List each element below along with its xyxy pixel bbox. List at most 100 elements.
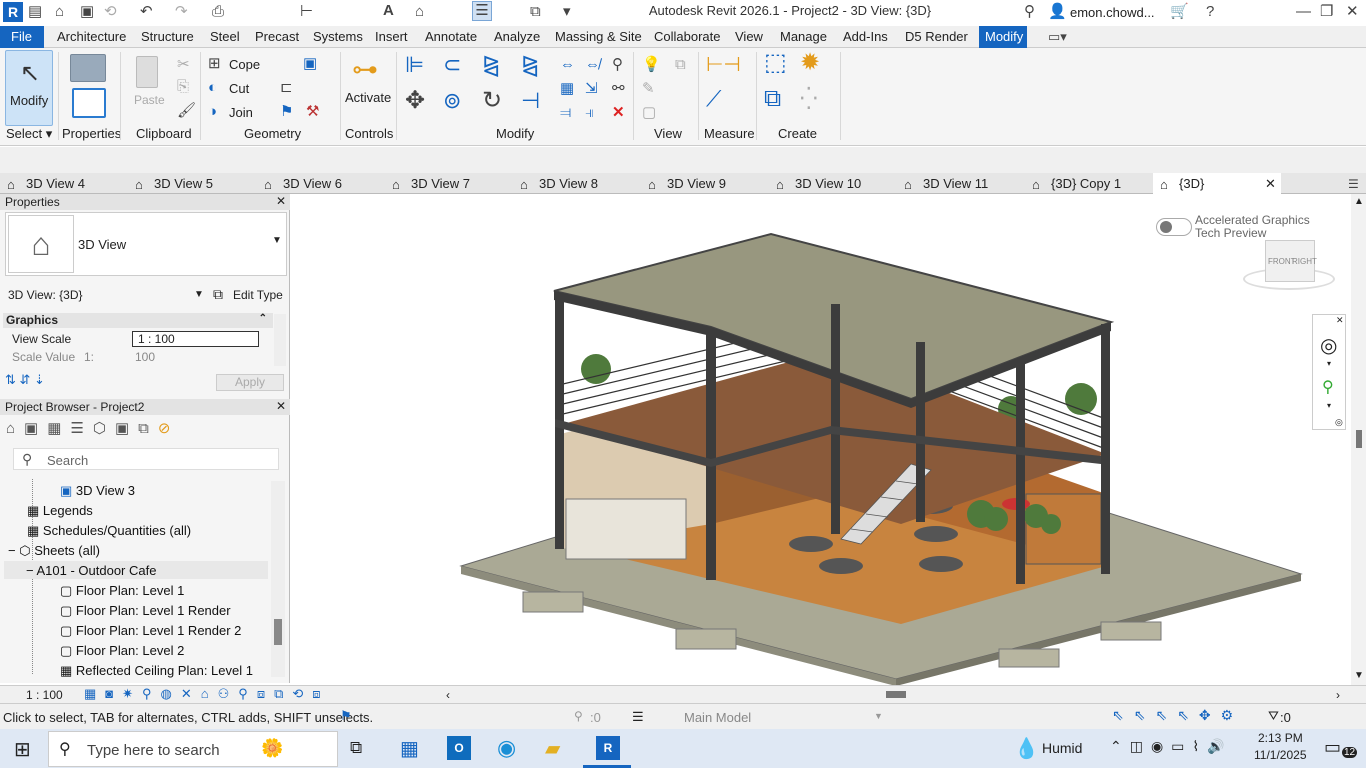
tree-item[interactable]: ▢ Floor Plan: Level 1 Render 2 [60,623,241,639]
view-scale[interactable]: 1 : 100 [26,688,63,702]
building-3d-model[interactable] [291,194,1351,685]
close-icon[interactable]: ✕ [1336,315,1344,326]
view-scale-input[interactable]: 1 : 100 [132,331,259,347]
viewcube[interactable]: FRONT RIGHT [1243,238,1335,294]
clock-date[interactable]: 11/1/2025 [1254,748,1307,762]
cut-icon[interactable]: ✂ [177,56,190,74]
scroll-thumb[interactable] [274,619,282,645]
close-icon[interactable]: ✕ [276,194,286,208]
properties-icon[interactable] [72,88,106,118]
windows-start-icon[interactable]: ⊞ [14,737,31,762]
tree-item[interactable]: ▦ Reflected Ceiling Plan: Level 1 [60,663,253,679]
settings-icon[interactable]: ◎ [1335,417,1343,428]
tab-3d-view-8[interactable]: ⌂ 3D View 8 [513,173,598,194]
wall-joins-icon[interactable]: ⊏ [280,79,293,97]
properties-scrollbar[interactable] [274,314,286,366]
weather-icon[interactable]: 💧 [1014,736,1039,761]
design-options-icon[interactable]: ☰ [632,709,644,725]
tab-3d-view-11[interactable]: ⌂ 3D View 11 [897,173,988,194]
selection-icons[interactable]: ⇖⇖⇖⇖✥⚙ [1112,707,1243,724]
cut-label[interactable]: Cut [229,81,249,96]
paint-icon[interactable]: ⚑ [280,103,293,121]
rotate-icon[interactable]: ↻ [482,89,502,113]
join-label[interactable]: Join [229,105,253,120]
text-icon[interactable]: A [383,2,394,20]
taskbar-search[interactable]: ⚲ Type here to search 🌼 [48,731,338,767]
create-assembly-icon[interactable]: ⬚ [764,51,787,75]
panel-toggle-icon[interactable]: ▭▾ [1048,28,1067,46]
search-input[interactable]: Search [47,453,88,468]
tree-item[interactable]: ▦ Schedules/Quantities (all) [27,523,191,539]
scroll-down-icon[interactable]: ▼ [1354,670,1364,681]
delete-icon[interactable]: ✕ [612,104,625,122]
link-icon[interactable]: ⊘ [158,420,180,437]
scroll-left-icon[interactable]: ‹ [446,688,450,702]
chevron-down-icon[interactable]: ▾ [1327,359,1331,368]
mirror-axis-icon[interactable]: ⧎ [482,54,500,76]
chevron-down-icon[interactable]: ▾ [1327,401,1331,410]
tree-item[interactable]: ▢ Floor Plan: Level 1 Render [60,603,231,619]
tab-systems[interactable]: Systems [313,29,363,44]
match-type-icon[interactable]: 🖌 [177,102,196,120]
revit-taskbar-icon[interactable]: R [596,736,620,760]
tab-manage[interactable]: Manage [780,29,827,44]
3d-viewport[interactable]: Accelerated Graphics Tech Preview FRONT … [291,194,1351,685]
cube-right-label[interactable]: RIGHT [1292,257,1317,266]
create-parts-icon[interactable]: ✹ [800,51,820,75]
tab-massing-site[interactable]: Massing & Site [555,29,642,44]
tab-menu-icon[interactable]: ☰ [1348,175,1359,193]
user-name[interactable]: emon.chowd... [1070,5,1155,20]
weather-label[interactable]: Humid [1042,740,1082,756]
tab-modify[interactable]: Modify [979,26,1027,48]
type-properties-icon[interactable] [70,54,106,82]
split-gap-icon[interactable]: ⇎ [585,56,600,74]
measure-icon[interactable]: ⊢⊣ [706,55,741,75]
create-group-icon[interactable]: ⧉ [764,87,781,111]
split-icon[interactable]: ⇔ [560,56,575,74]
paste-label[interactable]: Paste [134,93,165,107]
tray-icons[interactable]: ⌃◫◉▭⌇🔊 [1110,738,1233,755]
create-similar-icon[interactable]: ⁛ [800,88,818,110]
chevron-down-icon[interactable]: ▼ [874,711,883,721]
tab-steel[interactable]: Steel [210,29,240,44]
tree-item[interactable]: ▢ Floor Plan: Level 1 [60,583,184,599]
tab-insert[interactable]: Insert [375,29,408,44]
instance-selector[interactable]: 3D View: {3D} [8,288,83,302]
cut-profile-icon[interactable]: ▢ [642,104,656,122]
browser-scrollbar[interactable] [271,481,285,677]
notification-icon[interactable]: ▭ [1324,737,1341,758]
mirror-draw-icon[interactable]: ⧎ [521,54,539,76]
cut-geometry-icon[interactable]: ◐ [208,79,217,97]
split-face-icon[interactable]: ▣ [303,55,317,73]
file-tab[interactable]: File [0,26,44,48]
file-explorer-icon[interactable]: ▰ [545,736,560,761]
store-icon[interactable]: ▦ [400,736,419,761]
move-icon[interactable]: ✥ [405,89,425,113]
tab-architecture[interactable]: Architecture [57,29,126,44]
pin-icon[interactable]: ⚲ [612,56,623,74]
tree-item[interactable]: − ⬡ Sheets (all) [8,543,100,559]
modify-tool-button[interactable]: ↖ Modify [5,50,53,126]
revit-logo[interactable]: R [3,2,23,22]
select-group[interactable]: Select ▾ [6,126,52,142]
filter-icon[interactable]: ⛛ [1268,708,1279,724]
align-icon[interactable]: ⊫ [405,54,424,76]
chevron-down-icon[interactable]: ▼ [194,289,204,300]
override-icon[interactable]: ⧉ [675,56,686,74]
array-icon[interactable]: ▦ [560,80,574,98]
thin-lines-icon[interactable]: ☰ [472,1,492,21]
open-icon[interactable]: ⌂ [55,3,64,21]
tab-3d-view-9[interactable]: ⌂ 3D View 9 [641,173,726,194]
close-icon[interactable]: ✕ [1346,3,1359,21]
copy-icon[interactable]: ⎘ [177,78,189,96]
aligned-dimension-icon[interactable]: ⟋ [706,88,721,110]
redo-icon[interactable]: ↷ [175,3,188,21]
unpin-icon[interactable]: ⚯ [612,80,625,98]
tab-view[interactable]: View [735,29,763,44]
tab-annotate[interactable]: Annotate [425,29,477,44]
offset-icon[interactable]: ⊂ [443,54,461,76]
steering-wheel-icon[interactable]: ◎ [1320,333,1337,358]
extend-icon[interactable]: ⫣ [585,104,594,122]
tab-analyze[interactable]: Analyze [494,29,540,44]
tab-3d-view-5[interactable]: ⌂ 3D View 5 [128,173,213,194]
